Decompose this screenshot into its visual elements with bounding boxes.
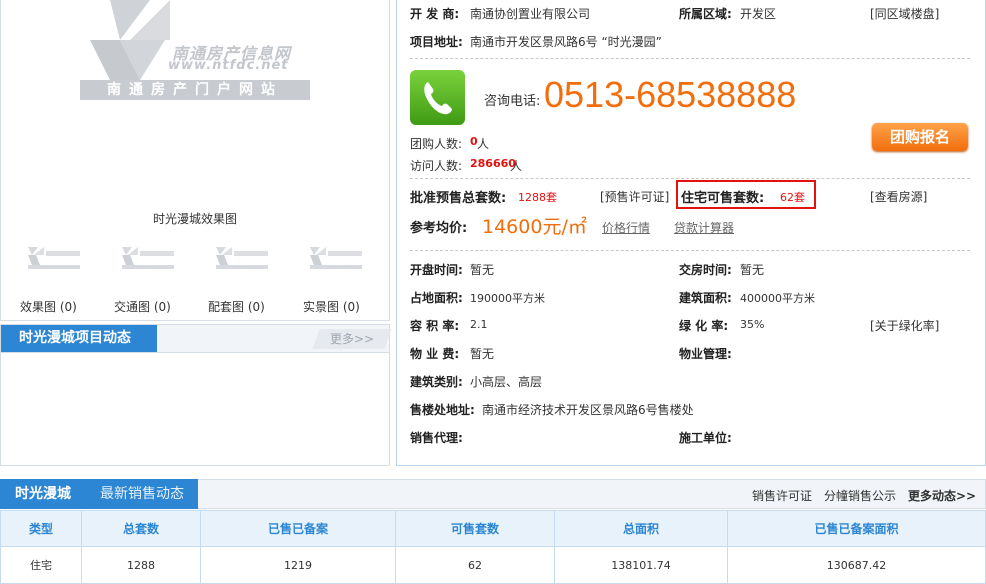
thumbnail-3[interactable] (212, 243, 272, 271)
property-fee-label: 物 业 费: (410, 347, 460, 361)
table-cell: 1219 (200, 546, 396, 584)
more-label: 更多>> (329, 332, 375, 346)
sales-table: 类型 总套数 已售已备案 可售套数 总面积 已售已备案面积 住宅 1288 12… (0, 510, 986, 584)
group-buy-signup-button[interactable]: 团购报名 (872, 123, 968, 151)
price-trend-link[interactable]: 价格行情 (602, 219, 650, 236)
region-value: 开发区 (740, 7, 777, 21)
land-area-value: 190000平方米 (470, 292, 545, 305)
building-type-value: 小高层、高层 (470, 375, 543, 389)
plot-ratio-value: 2.1 (470, 318, 488, 331)
presale-permit-link[interactable]: [预售许可证] (600, 188, 669, 205)
column-header: 已售已备案 (200, 510, 396, 547)
project-news-more-button[interactable]: 更多>> (312, 329, 392, 349)
thumbnail-logo-icon (216, 247, 268, 269)
green-ratio-label: 绿 化 率: (679, 319, 729, 333)
visit-count-unit: 人 (510, 159, 523, 173)
developer-label: 开 发 商: (410, 7, 460, 21)
thumbnail-logo-icon (122, 247, 174, 269)
view-listings-link[interactable]: [查看房源] (870, 188, 927, 205)
same-region-link[interactable]: [同区域楼盘] (870, 5, 939, 22)
opening-time-value: 暂无 (470, 263, 495, 277)
column-header: 已售已备案面积 (727, 510, 986, 547)
divider (410, 250, 970, 251)
thumbnail-logo-icon (310, 247, 362, 269)
delivery-time-value: 暂无 (740, 263, 765, 277)
group-count-label: 团购人数: (410, 137, 463, 151)
table-header-row: 类型 总套数 已售已备案 可售套数 总面积 已售已备案面积 (0, 510, 986, 547)
building-type-label: 建筑类别: (410, 375, 463, 389)
divider (410, 178, 970, 179)
opening-time-label: 开盘时间: (410, 263, 463, 277)
land-area-label: 占地面积: (410, 291, 463, 305)
tab-project[interactable]: 时光漫城 (0, 479, 86, 509)
table-cell: 62 (395, 546, 555, 584)
logo-text-portal: 南通房产门户网站 (80, 80, 310, 100)
thumbnail-logo-icon (28, 247, 80, 269)
constructor-label: 施工单位: (679, 431, 732, 445)
thumbnail-1[interactable] (24, 243, 84, 271)
sales-agent-label: 销售代理: (410, 431, 463, 445)
tab-renderings[interactable]: 效果图 (0) (20, 298, 77, 315)
image-caption: 时光漫城效果图 (152, 212, 237, 226)
column-header: 可售套数 (395, 510, 555, 547)
phone-icon (410, 70, 465, 125)
more-news-link[interactable]: 更多动态>> (908, 487, 976, 504)
property-management-label: 物业管理: (679, 347, 732, 361)
column-header: 总套数 (81, 510, 201, 547)
thumbnail-2[interactable] (118, 243, 178, 271)
group-count-unit: 人 (477, 137, 490, 151)
sales-permit-link[interactable]: 销售许可证 (752, 487, 812, 504)
available-units-value: 62套 (780, 191, 805, 204)
avg-price-value: 14600元/㎡ (482, 216, 587, 238)
green-ratio-value: 35% (740, 318, 765, 331)
divider (410, 58, 970, 59)
sales-office-label: 售楼处地址: (410, 403, 475, 417)
tab-traffic[interactable]: 交通图 (0) (114, 298, 171, 315)
about-green-ratio-link[interactable]: [关于绿化率] (870, 317, 939, 334)
site-logo-watermark: 南通房产信息网 www.ntfdc.net 南通房产门户网站 (80, 0, 312, 106)
delivery-time-label: 交房时间: (679, 263, 732, 277)
available-units-label: 住宅可售套数: (681, 191, 765, 206)
thumbnail-4[interactable] (306, 243, 366, 271)
table-cell: 138101.74 (554, 546, 728, 584)
handset-icon (424, 82, 452, 115)
loan-calculator-link[interactable]: 贷款计算器 (674, 219, 734, 236)
building-sales-link[interactable]: 分幢销售公示 (824, 487, 896, 504)
column-header: 类型 (0, 510, 82, 547)
tab-facilities[interactable]: 配套图 (0) (208, 298, 265, 315)
plot-ratio-label: 容 积 率: (410, 319, 460, 333)
table-cell: 130687.42 (727, 546, 986, 584)
table-cell: 住宅 (0, 546, 82, 584)
tab-latest-sales[interactable]: 最新销售动态 (86, 479, 198, 509)
sales-office-value: 南通市经济技术开发区景风路6号售楼处 (482, 403, 694, 417)
column-header: 总面积 (554, 510, 728, 547)
presale-total-value: 1288套 (518, 191, 557, 204)
tab-photos[interactable]: 实景图 (0) (303, 298, 360, 315)
project-news-title[interactable]: 时光漫城项目动态 (1, 325, 157, 352)
presale-total-label: 批准预售总套数: (410, 191, 507, 206)
address-value: 南通市开发区景风路6号 “时光漫园” (470, 35, 662, 49)
phone-label: 咨询电话: (484, 94, 541, 109)
logo-text-url: www.ntfdc.net (168, 58, 289, 73)
developer-value: 南通协创置业有限公司 (470, 7, 591, 21)
property-fee-value: 暂无 (470, 347, 495, 361)
building-area-label: 建筑面积: (679, 291, 732, 305)
table-cell: 1288 (81, 546, 201, 584)
building-area-value: 400000平方米 (740, 292, 815, 305)
region-label: 所属区域: (679, 7, 732, 21)
visit-count-label: 访问人数: (410, 159, 463, 173)
table-row: 住宅 1288 1219 62 138101.74 130687.42 (0, 546, 986, 584)
phone-number: 0513-68538888 (544, 74, 797, 115)
address-label: 项目地址: (410, 35, 463, 49)
avg-price-label: 参考均价: (410, 221, 468, 236)
